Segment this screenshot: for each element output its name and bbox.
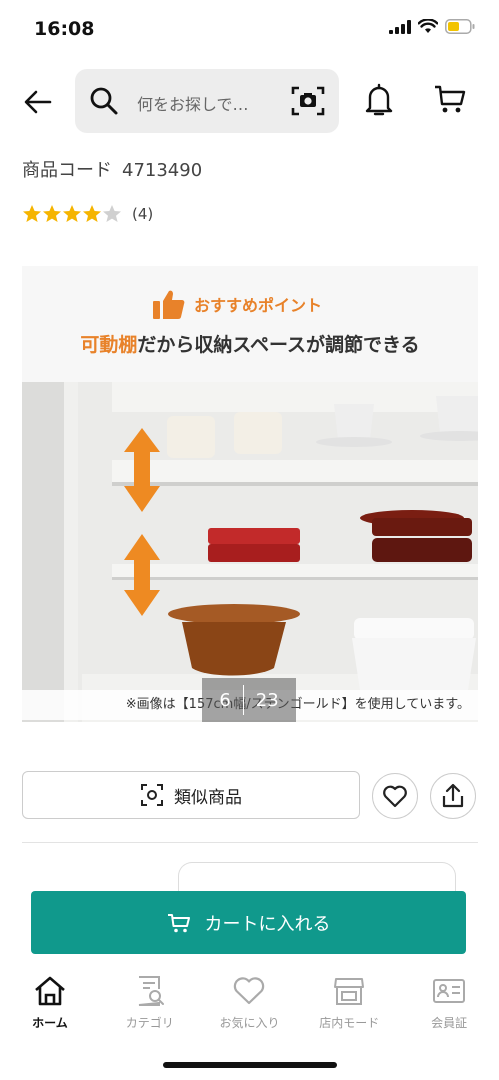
tab-home[interactable]: ホーム — [0, 972, 100, 1042]
home-indicator — [163, 1062, 337, 1068]
add-to-cart-label: カートに入れる — [204, 913, 331, 935]
bottom-tab-bar: ホーム カテゴリ お気に入り 店内モード 会員証 — [0, 972, 499, 1042]
add-to-cart-button[interactable]: カートに入れる — [31, 891, 466, 954]
status-bar: 16:08 — [0, 0, 499, 60]
similar-products-label: 類似商品 — [174, 787, 242, 808]
category-icon — [138, 976, 164, 1006]
share-button[interactable] — [430, 773, 476, 819]
tab-store-mode[interactable]: 店内モード — [299, 972, 399, 1042]
pager-total: 23 — [255, 689, 279, 711]
camera-search-icon[interactable] — [291, 85, 325, 117]
image-search-icon — [141, 784, 163, 806]
heart-icon — [234, 977, 265, 1005]
hero-headline-rest: だから収納スペースが調節できる — [137, 334, 420, 356]
shelf-photo — [22, 382, 478, 722]
cart-icon — [435, 85, 466, 113]
hero-headline: 可動棚だから収納スペースが調節できる — [22, 330, 478, 357]
home-icon — [35, 976, 65, 1006]
bell-icon — [365, 83, 393, 116]
tab-favorites-label: お気に入り — [219, 1016, 280, 1030]
tab-category[interactable]: カテゴリ — [100, 972, 200, 1042]
rating[interactable]: (4) — [22, 204, 153, 224]
hero-headline-accent: 可動棚 — [80, 334, 138, 356]
top-nav: 何をお探しで… — [0, 66, 499, 136]
recommend-point: おすすめポイント — [152, 288, 322, 320]
search-icon — [90, 87, 118, 115]
battery-icon — [445, 19, 475, 34]
member-card-icon — [433, 979, 466, 1003]
thumbs-up-icon — [153, 290, 185, 319]
product-code-label: 商品コード — [22, 160, 112, 181]
heart-icon — [383, 785, 407, 808]
pager-divider — [242, 685, 244, 715]
tab-member-card[interactable]: 会員証 — [399, 972, 499, 1042]
point-label: おすすめポイント — [194, 296, 323, 315]
tab-favorites[interactable]: お気に入り — [200, 972, 300, 1042]
share-icon — [442, 783, 464, 808]
arrow-left-icon — [24, 90, 52, 114]
product-code-value: 4713490 — [122, 160, 203, 181]
product-image-carousel[interactable]: おすすめポイント 可動棚だから収納スペースが調節できる ※画像は【157cm幅/… — [22, 266, 478, 722]
store-icon — [334, 978, 365, 1005]
section-divider — [22, 842, 478, 843]
search-input[interactable]: 何をお探しで… — [75, 69, 339, 133]
image-pager: 6 23 — [202, 678, 296, 722]
cart-button[interactable] — [433, 82, 469, 122]
status-icons — [389, 19, 475, 34]
similar-products-button[interactable]: 類似商品 — [22, 771, 360, 819]
pager-current: 6 — [219, 689, 231, 711]
product-code: 商品コード 4713490 — [22, 156, 202, 182]
cart-icon — [167, 913, 190, 932]
status-time: 16:08 — [34, 18, 95, 40]
favorite-button[interactable] — [372, 773, 418, 819]
tab-category-label: カテゴリ — [125, 1016, 174, 1030]
review-count: (4) — [132, 205, 154, 223]
star-rating-icon — [23, 205, 121, 222]
wifi-icon — [418, 19, 438, 33]
back-button[interactable] — [18, 82, 58, 122]
signal-icon — [389, 19, 411, 34]
hero-banner: おすすめポイント 可動棚だから収納スペースが調節できる — [22, 266, 478, 382]
tab-store-mode-label: 店内モード — [319, 1016, 380, 1030]
search-placeholder: 何をお探しで… — [137, 95, 249, 114]
tab-member-card-label: 会員証 — [431, 1016, 468, 1030]
tab-home-label: ホーム — [32, 1016, 68, 1030]
notifications-button[interactable] — [364, 82, 400, 122]
